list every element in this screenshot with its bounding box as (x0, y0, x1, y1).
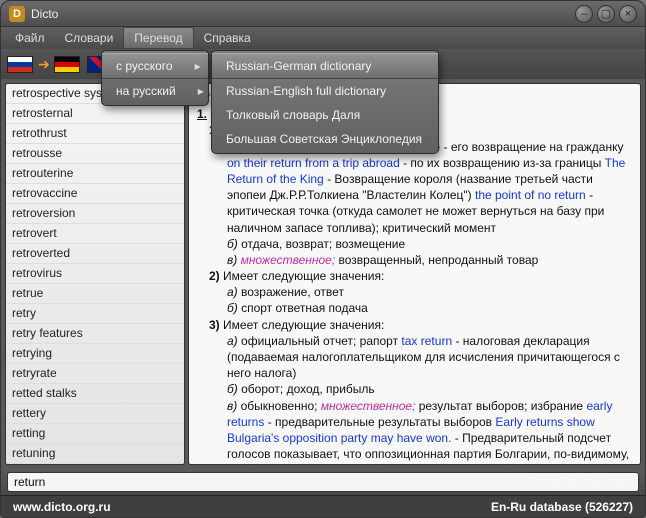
window-buttons: – ▢ × (575, 5, 637, 23)
status-right: En-Ru database (526227) (491, 500, 633, 514)
menu-file[interactable]: Файл (5, 28, 55, 48)
list-item[interactable]: retting (6, 424, 184, 444)
list-item[interactable]: retry features (6, 324, 184, 344)
submenu-ru-en[interactable]: Russian-English full dictionary (212, 79, 438, 103)
translate-submenu: Russian-German dictionary Russian-Englis… (211, 50, 439, 154)
menu-to-russian[interactable]: на русский▸ (102, 79, 208, 103)
list-item[interactable]: retted stalks (6, 384, 184, 404)
sub1b: отдача, возврат; возмещение (241, 237, 405, 251)
app-window: D Dicto – ▢ × Файл Словари Перевод Справ… (0, 0, 646, 518)
list-item[interactable]: retrousse (6, 144, 184, 164)
titlebar: D Dicto – ▢ × (1, 1, 645, 27)
flag-de-icon[interactable] (54, 56, 80, 73)
list-item[interactable]: return (6, 464, 184, 465)
list-item[interactable]: rettery (6, 404, 184, 424)
list-item[interactable]: retrouterine (6, 164, 184, 184)
menu-help[interactable]: Справка (194, 28, 261, 48)
list-item[interactable]: retrovaccine (6, 184, 184, 204)
word-list[interactable]: retrospective systretrosternalretrothrus… (5, 83, 185, 465)
list-item[interactable]: retuning (6, 444, 184, 464)
app-icon: D (9, 6, 25, 22)
submenu-bse[interactable]: Большая Советская Энциклопедия (212, 127, 438, 151)
close-button[interactable]: × (619, 5, 637, 23)
search-input[interactable] (7, 472, 639, 492)
submenu-ru-de[interactable]: Russian-German dictionary (212, 53, 438, 79)
search-bar (1, 469, 645, 495)
menubar: Файл Словари Перевод Справка (1, 27, 645, 49)
menu-dictionaries[interactable]: Словари (55, 28, 124, 48)
sub2-text: Имеет следующие значения: (223, 269, 384, 283)
status-left: www.dicto.org.ru (13, 500, 111, 514)
submenu-dal[interactable]: Толковый словарь Даля (212, 103, 438, 127)
translate-menu: с русского▸ на русский▸ (101, 50, 209, 106)
sub3-text: Имеет следующие значения: (223, 318, 384, 332)
menu-translate[interactable]: Перевод (123, 27, 193, 49)
list-item[interactable]: retryrate (6, 364, 184, 384)
list-item[interactable]: retroversion (6, 204, 184, 224)
list-item[interactable]: retrue (6, 284, 184, 304)
list-item[interactable]: retroverted (6, 244, 184, 264)
arrow-right-icon: ➔ (38, 56, 50, 73)
chevron-right-icon: ▸ (195, 59, 201, 73)
list-item[interactable]: retrovert (6, 224, 184, 244)
flag-ru-icon[interactable] (7, 56, 33, 73)
chevron-right-icon: ▸ (198, 84, 204, 98)
list-item[interactable]: retrying (6, 344, 184, 364)
list-item[interactable]: retrovirus (6, 264, 184, 284)
list-item[interactable]: retrothrust (6, 124, 184, 144)
minimize-button[interactable]: – (575, 5, 593, 23)
maximize-button[interactable]: ▢ (597, 5, 615, 23)
list-item[interactable]: retrosternal (6, 104, 184, 124)
menu-from-russian[interactable]: с русского▸ (102, 53, 208, 79)
app-title: Dicto (31, 7, 575, 21)
status-bar: www.dicto.org.ru En-Ru database (526227) (1, 495, 645, 517)
list-item[interactable]: retry (6, 304, 184, 324)
